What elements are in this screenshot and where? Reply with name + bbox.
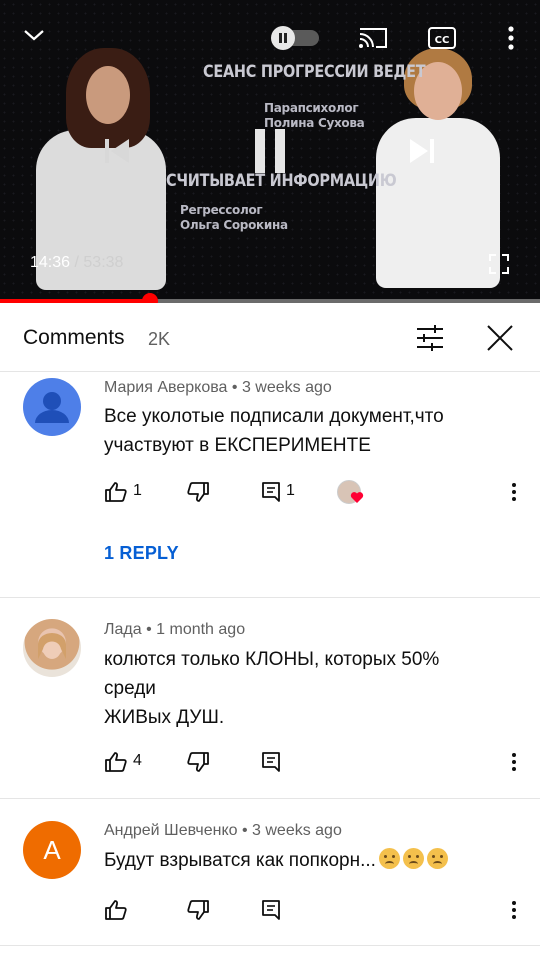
heart-icon	[350, 492, 364, 503]
autoplay-toggle-icon[interactable]	[269, 25, 321, 51]
comment-author[interactable]: Андрей Шевченко	[104, 822, 238, 839]
comment-line: Будут взрыватся как попкорн...	[104, 850, 376, 871]
comment-line: среди	[104, 678, 156, 699]
comment-more-icon[interactable]	[506, 480, 522, 504]
reply-icon[interactable]	[260, 898, 284, 922]
close-icon[interactable]	[485, 323, 515, 353]
meta-dot: •	[141, 621, 157, 638]
comments-title: Comments	[23, 326, 125, 349]
reply-icon[interactable]	[260, 480, 284, 504]
comment-age: 1 month ago	[156, 621, 246, 638]
presenter-left-face	[86, 66, 130, 124]
comment-more-icon[interactable]	[506, 898, 522, 922]
thumb-down-icon[interactable]	[186, 750, 210, 774]
comment-actions: 1 1	[104, 480, 524, 504]
duration: 53:38	[83, 254, 124, 271]
speaker2-role: Регрессолог	[180, 203, 263, 217]
reply-count: 1	[286, 482, 295, 499]
comment-meta: Лада • 1 month ago	[104, 621, 245, 639]
comment-text: колются только КЛОНЫ, которых 50% среди …	[104, 645, 514, 732]
avatar[interactable]	[23, 619, 81, 677]
thumb-down-icon[interactable]	[186, 480, 210, 504]
pause-icon[interactable]	[249, 127, 291, 175]
creator-heart-badge	[337, 480, 364, 506]
default-person-icon	[35, 392, 69, 423]
captions-icon[interactable]: CC	[427, 25, 457, 51]
previous-icon[interactable]	[100, 134, 134, 168]
more-vert-icon[interactable]	[503, 24, 519, 52]
comment-thread: Лада • 1 month ago колются только КЛОНЫ,…	[0, 598, 540, 798]
meta-dot: •	[237, 822, 253, 839]
thumb-up-icon[interactable]	[104, 480, 128, 504]
thumb-up-icon[interactable]	[104, 898, 128, 922]
playback-time: 14:36 / 53:38	[30, 254, 123, 272]
cast-icon[interactable]	[357, 25, 389, 51]
svg-text:CC: CC	[435, 35, 450, 46]
reply-icon[interactable]	[260, 750, 284, 774]
comment-age: 3 weeks ago	[252, 822, 342, 839]
like-count: 1	[133, 482, 142, 499]
like-count: 4	[133, 752, 142, 769]
comment-more-icon[interactable]	[506, 750, 522, 774]
current-time: 14:36	[30, 254, 71, 271]
photo-avatar-icon	[38, 633, 66, 659]
thumb-up-icon[interactable]	[104, 750, 128, 774]
comment-author[interactable]: Лада	[104, 621, 142, 638]
sad-face-emoji	[378, 848, 400, 869]
comment-actions: 4	[104, 750, 524, 774]
comments-header: Comments 2K	[0, 303, 540, 372]
comment-line: колются только КЛОНЫ, которых 50%	[104, 649, 440, 670]
filter-icon[interactable]	[415, 324, 445, 352]
speaker1-role: Парапсихолог	[264, 101, 359, 115]
thumb-down-icon[interactable]	[186, 898, 210, 922]
comment-author[interactable]: Мария Аверкова	[104, 379, 227, 396]
video-player[interactable]: СЕАНС ПРОГРЕССИИ ВЕДЕТ Парапсихолог Поли…	[0, 0, 540, 303]
comment-line: участвуют в ЕКСПЕРИМЕНТЕ	[104, 435, 371, 456]
comment-line: Все уколотые подписали документ,что	[104, 406, 444, 427]
sad-face-emoji	[402, 848, 424, 869]
chevron-down-icon[interactable]	[22, 24, 46, 46]
comments-count: 2K	[148, 329, 171, 349]
avatar[interactable]: А	[23, 821, 81, 879]
avatar[interactable]	[23, 378, 81, 436]
divider	[0, 945, 540, 946]
comment-actions	[104, 898, 524, 922]
comment-line: ЖИВых ДУШ.	[104, 707, 225, 728]
next-icon[interactable]	[405, 134, 439, 168]
meta-dot: •	[227, 379, 242, 396]
comment-age: 3 weeks ago	[241, 379, 332, 396]
comment-thread: А Андрей Шевченко • 3 weeks ago Будут вз…	[0, 799, 540, 945]
comment-thread: Мария Аверкова • 3 weeks ago Все уколоты…	[0, 371, 540, 597]
view-replies-link[interactable]: 1 REPLY	[104, 543, 179, 564]
speaker2-caption: Регрессолог Ольга Сорокина	[180, 203, 288, 233]
comment-text: Все уколотые подписали документ,что учас…	[104, 402, 514, 460]
sad-face-emoji	[426, 848, 448, 869]
fullscreen-icon[interactable]	[488, 253, 510, 275]
speaker2-name: Ольга Сорокина	[180, 218, 288, 232]
time-separator: /	[70, 254, 84, 271]
video-title-line1: СЕАНС ПРОГРЕССИИ ВЕДЕТ	[203, 62, 426, 82]
comment-meta: Андрей Шевченко • 3 weeks ago	[104, 822, 342, 840]
comment-meta: Мария Аверкова • 3 weeks ago	[104, 379, 332, 397]
scrubber-handle[interactable]	[142, 293, 159, 303]
comment-text: Будут взрыватся как попкорн...	[104, 846, 514, 875]
